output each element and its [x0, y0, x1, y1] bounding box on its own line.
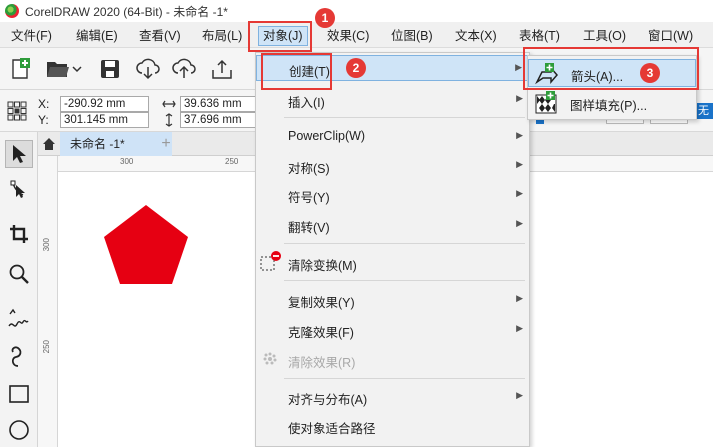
submenu-arrow-icon: ▶ [516, 390, 523, 400]
menu-item-flip[interactable]: 翻转(V) ▶ [256, 212, 529, 238]
menu-window[interactable]: 窗口(W) [646, 26, 695, 46]
vertical-ruler[interactable]: 300 250 [38, 156, 58, 447]
title-bar: CorelDRAW 2020 (64-Bit) - 未命名 -1* [0, 0, 713, 22]
menu-item-symmetry[interactable]: 对称(S) ▶ [256, 153, 529, 179]
new-document-icon[interactable] [6, 56, 34, 82]
home-icon[interactable] [38, 132, 60, 156]
coreldraw-logo-icon [5, 4, 19, 18]
menu-tools[interactable]: 工具(O) [581, 26, 628, 46]
hruler-tick: 250 [225, 157, 239, 166]
menu-view[interactable]: 查看(V) [137, 26, 183, 46]
menu-layout[interactable]: 布局(L) [200, 26, 244, 46]
toolbox [0, 132, 38, 447]
menu-bar: 文件(F) 编辑(E) 查看(V) 布局(L) 对象(J) 效果(C) 位图(B… [0, 22, 713, 48]
submenu-arrow-icon: ▶ [516, 188, 523, 198]
menu-separator [284, 378, 525, 379]
submenu-arrow-icon: ▶ [516, 93, 523, 103]
rectangle-tool-icon[interactable] [5, 380, 33, 408]
open-dropdown-chevron-icon[interactable] [70, 56, 84, 82]
object-menu-dropdown: 创建(T) ▶ 插入(I) ▶ PowerClip(W) ▶ 对称(S) ▶ 符… [255, 52, 530, 447]
red-pentagon-shape[interactable] [104, 205, 188, 284]
submenu-arrow-icon: ▶ [516, 159, 523, 169]
create-arrow-icon [535, 62, 559, 86]
clear-effect-icon [260, 349, 280, 369]
height-icon [163, 113, 175, 127]
menu-edit[interactable]: 编辑(E) [74, 26, 120, 46]
menu-item-insert[interactable]: 插入(I) ▶ [256, 87, 529, 113]
save-icon[interactable] [96, 56, 124, 82]
menu-file[interactable]: 文件(F) [9, 26, 54, 46]
width-icon [162, 98, 176, 110]
artistic-media-tool-icon[interactable] [5, 342, 33, 370]
submenu-arrow-icon: ▶ [516, 218, 523, 228]
menu-separator [284, 243, 525, 244]
menu-bitmaps[interactable]: 位图(B) [389, 26, 435, 46]
step-badge-3: 3 [640, 63, 660, 83]
menu-item-fit-to-path[interactable]: 使对象适合路径 [256, 413, 529, 439]
object-origin-icon[interactable] [6, 100, 28, 122]
hruler-tick: 300 [120, 157, 134, 166]
submenu-arrow-icon: ▶ [516, 323, 523, 333]
submenu-arrow-icon: ▶ [516, 293, 523, 303]
x-label: X: [38, 97, 50, 111]
menu-table[interactable]: 表格(T) [517, 26, 562, 46]
shape-tool-icon[interactable] [5, 176, 33, 204]
menu-item-arrow[interactable]: 箭头(A)... [528, 59, 696, 87]
zoom-tool-icon[interactable] [5, 260, 33, 288]
ellipse-tool-icon[interactable] [5, 416, 33, 444]
vruler-tick: 300 [42, 238, 51, 252]
clear-transformations-icon [258, 250, 282, 274]
pattern-fill-icon [534, 91, 558, 115]
menu-text[interactable]: 文本(X) [453, 26, 499, 46]
submenu-arrow-icon: ▶ [516, 130, 523, 140]
menu-item-clear-effect: 清除效果(R) [256, 347, 529, 373]
menu-item-clone-effect[interactable]: 克隆效果(F) ▶ [256, 317, 529, 343]
menu-item-copy-effect[interactable]: 复制效果(Y) ▶ [256, 287, 529, 313]
submenu-arrow-icon: ▶ [515, 62, 522, 72]
cloud-upload-icon[interactable] [170, 56, 198, 82]
menu-item-clear-transformations[interactable]: 清除变换(M) [256, 250, 529, 276]
menu-item-powerclip[interactable]: PowerClip(W) ▶ [256, 124, 529, 150]
cloud-download-icon[interactable] [134, 56, 162, 82]
outline-none-button[interactable]: 无 [696, 103, 713, 119]
add-document-tab-button[interactable]: + [156, 132, 176, 156]
menu-item-symbol[interactable]: 符号(Y) ▶ [256, 182, 529, 208]
pick-tool-icon[interactable] [5, 140, 33, 168]
create-submenu: 箭头(A)... 图样填充(P)... [527, 55, 697, 120]
menu-separator [284, 117, 525, 118]
menu-effects[interactable]: 效果(C) [325, 26, 371, 46]
width-field[interactable]: 39.636 mm [180, 96, 266, 112]
y-position-field[interactable]: 301.145 mm [60, 112, 149, 128]
height-field[interactable]: 37.696 mm [180, 112, 266, 128]
x-position-field[interactable]: -290.92 mm [60, 96, 149, 112]
menu-separator [284, 280, 525, 281]
step-badge-2: 2 [346, 58, 366, 78]
window-title: CorelDRAW 2020 (64-Bit) - 未命名 -1* [25, 4, 228, 19]
menu-object[interactable]: 对象(J) [258, 26, 308, 46]
menu-item-align-distribute[interactable]: 对齐与分布(A) ▶ [256, 384, 529, 410]
open-folder-icon[interactable] [44, 56, 72, 82]
crop-tool-icon[interactable] [5, 220, 33, 248]
menu-item-create[interactable]: 创建(T) ▶ [256, 55, 529, 81]
vruler-tick: 250 [42, 340, 51, 354]
y-label: Y: [38, 113, 49, 127]
menu-item-pattern-fill[interactable]: 图样填充(P)... [528, 89, 696, 117]
freehand-tool-icon[interactable] [5, 304, 33, 332]
export-icon[interactable] [208, 56, 236, 82]
step-badge-1: 1 [315, 8, 335, 28]
